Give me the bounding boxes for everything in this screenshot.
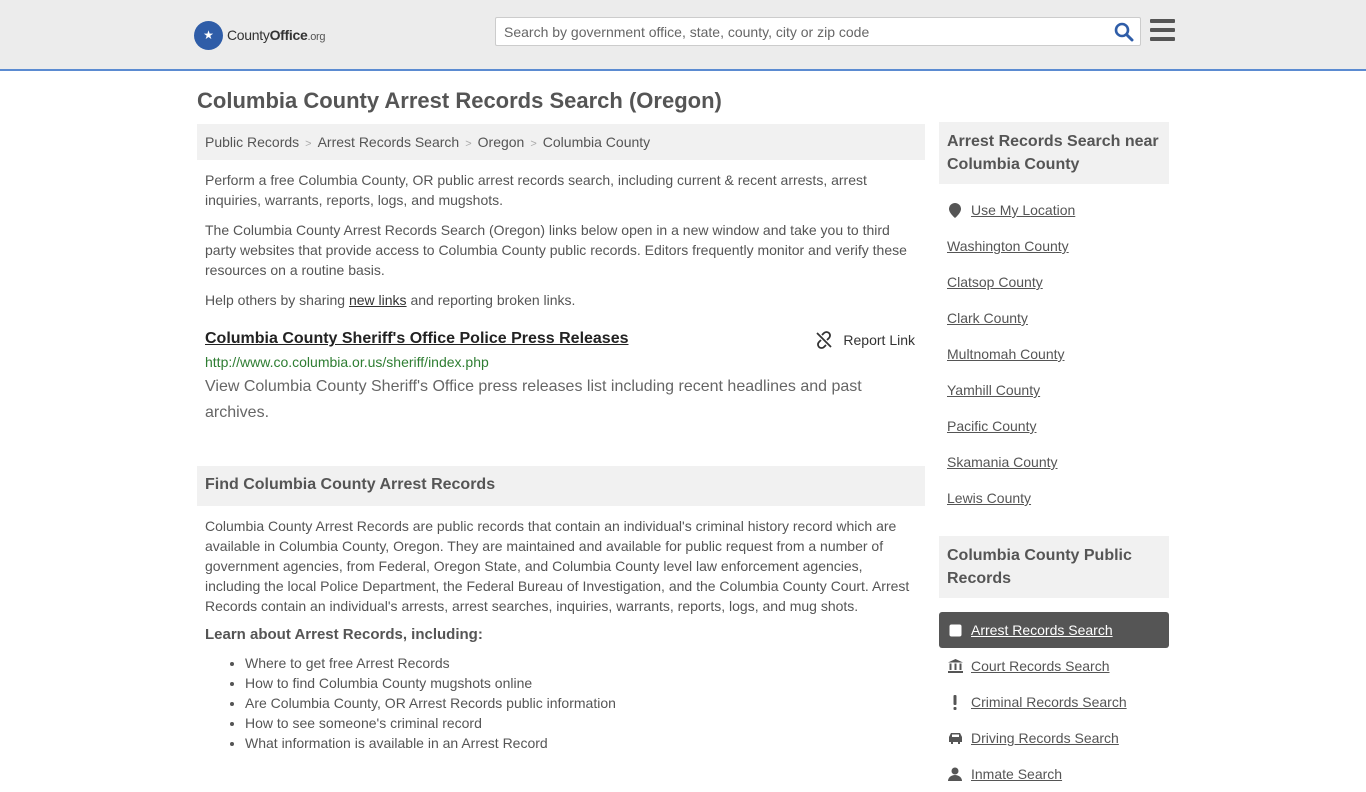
sidebar-item-driving-records-search[interactable]: Driving Records Search <box>939 720 1169 756</box>
breadcrumb-arrest-records-search[interactable]: Arrest Records Search <box>318 134 460 150</box>
public-records-heading: Columbia County Public Records <box>939 536 1169 598</box>
search-input[interactable] <box>496 18 1096 45</box>
intro-paragraph: Perform a free Columbia County, OR publi… <box>205 172 867 208</box>
sidebar-item-court-records-search[interactable]: Court Records Search <box>939 648 1169 684</box>
nearby-heading: Arrest Records Search near Columbia Coun… <box>939 122 1169 184</box>
resource-link-url: http://www.co.columbia.or.us/sheriff/ind… <box>205 354 489 370</box>
sidebar-item-clatsop-county[interactable]: Clatsop County <box>939 264 1169 300</box>
site-header: ★ CountyOffice.org <box>0 0 1366 71</box>
sidebar-item-arrest-records-search[interactable]: Arrest Records Search <box>939 612 1169 648</box>
breadcrumb-separator-icon: > <box>305 138 312 150</box>
sidebar-item-yamhill-county[interactable]: Yamhill County <box>939 372 1169 408</box>
sidebar-item-clark-county[interactable]: Clark County <box>939 300 1169 336</box>
use-my-location-item[interactable]: Use My Location <box>939 192 1169 228</box>
learn-about-list: Where to get free Arrest Records How to … <box>197 653 925 753</box>
disclaimer-paragraph: The Columbia County Arrest Records Searc… <box>205 222 907 278</box>
resource-link-card: Columbia County Sheriff's Office Police … <box>197 330 925 426</box>
breadcrumb: Public Records > Arrest Records Search > Ore… <box>197 124 925 160</box>
car-icon <box>947 732 963 744</box>
report-link-button[interactable]: Report Link <box>815 331 915 349</box>
county-office-seal-icon: ★ <box>194 20 223 50</box>
sidebar-item-skamania-county[interactable]: Skamania County <box>939 444 1169 480</box>
breadcrumb-separator-icon: > <box>530 138 537 150</box>
courthouse-icon <box>947 659 963 673</box>
search-button[interactable] <box>1114 22 1134 42</box>
list-item: What information is available in an Arre… <box>245 733 925 753</box>
sidebar-item-washington-county[interactable]: Washington County <box>939 228 1169 264</box>
new-links-link[interactable]: new links <box>349 292 407 308</box>
resource-link-description: View Columbia County Sheriff's Office pr… <box>205 378 862 421</box>
exclamation-icon <box>947 694 963 710</box>
inmate-icon <box>947 767 963 781</box>
site-logo[interactable]: ★ CountyOffice.org <box>194 20 326 50</box>
nearby-county-list: Use My Location Washington County Clatso… <box>939 192 1169 516</box>
breadcrumb-oregon[interactable]: Oregon <box>478 134 525 150</box>
find-records-paragraph: Columbia County Arrest Records are publi… <box>205 518 910 614</box>
sidebar-item-inmate-search[interactable]: Inmate Search <box>939 756 1169 792</box>
breadcrumb-separator-icon: > <box>465 138 472 150</box>
learn-about-heading: Learn about Arrest Records, including: <box>205 626 483 643</box>
sidebar: Arrest Records Search near Columbia Coun… <box>939 122 1169 792</box>
sidebar-item-multnomah-county[interactable]: Multnomah County <box>939 336 1169 372</box>
find-records-heading: Find Columbia County Arrest Records <box>197 466 925 506</box>
breadcrumb-columbia-county[interactable]: Columbia County <box>543 134 650 150</box>
square-icon <box>947 624 963 637</box>
hamburger-menu-icon[interactable] <box>1150 19 1175 41</box>
sidebar-item-lewis-county[interactable]: Lewis County <box>939 480 1169 516</box>
list-item: Where to get free Arrest Records <box>245 653 925 673</box>
search-icon <box>1114 22 1134 42</box>
location-pin-icon <box>947 202 963 218</box>
logo-wordmark: CountyOffice.org <box>227 27 326 43</box>
breadcrumb-public-records[interactable]: Public Records <box>205 134 299 150</box>
sidebar-item-criminal-records-search[interactable]: Criminal Records Search <box>939 684 1169 720</box>
main-content: Public Records > Arrest Records Search > Ore… <box>197 124 925 753</box>
broken-link-icon <box>816 331 833 349</box>
public-records-list: Arrest Records Search Court Records Sear… <box>939 612 1169 792</box>
list-item: How to see someone's criminal record <box>245 713 925 733</box>
sidebar-item-pacific-county[interactable]: Pacific County <box>939 408 1169 444</box>
resource-link-title[interactable]: Columbia County Sheriff's Office Police … <box>205 330 629 347</box>
use-my-location-link[interactable]: Use My Location <box>971 202 1075 218</box>
search-box <box>495 17 1141 46</box>
list-item: How to find Columbia County mugshots onl… <box>245 673 925 693</box>
share-paragraph: Help others by sharing new links and rep… <box>205 292 576 308</box>
page-title: Columbia County Arrest Records Search (O… <box>197 88 722 113</box>
list-item: Are Columbia County, OR Arrest Records p… <box>245 693 925 713</box>
